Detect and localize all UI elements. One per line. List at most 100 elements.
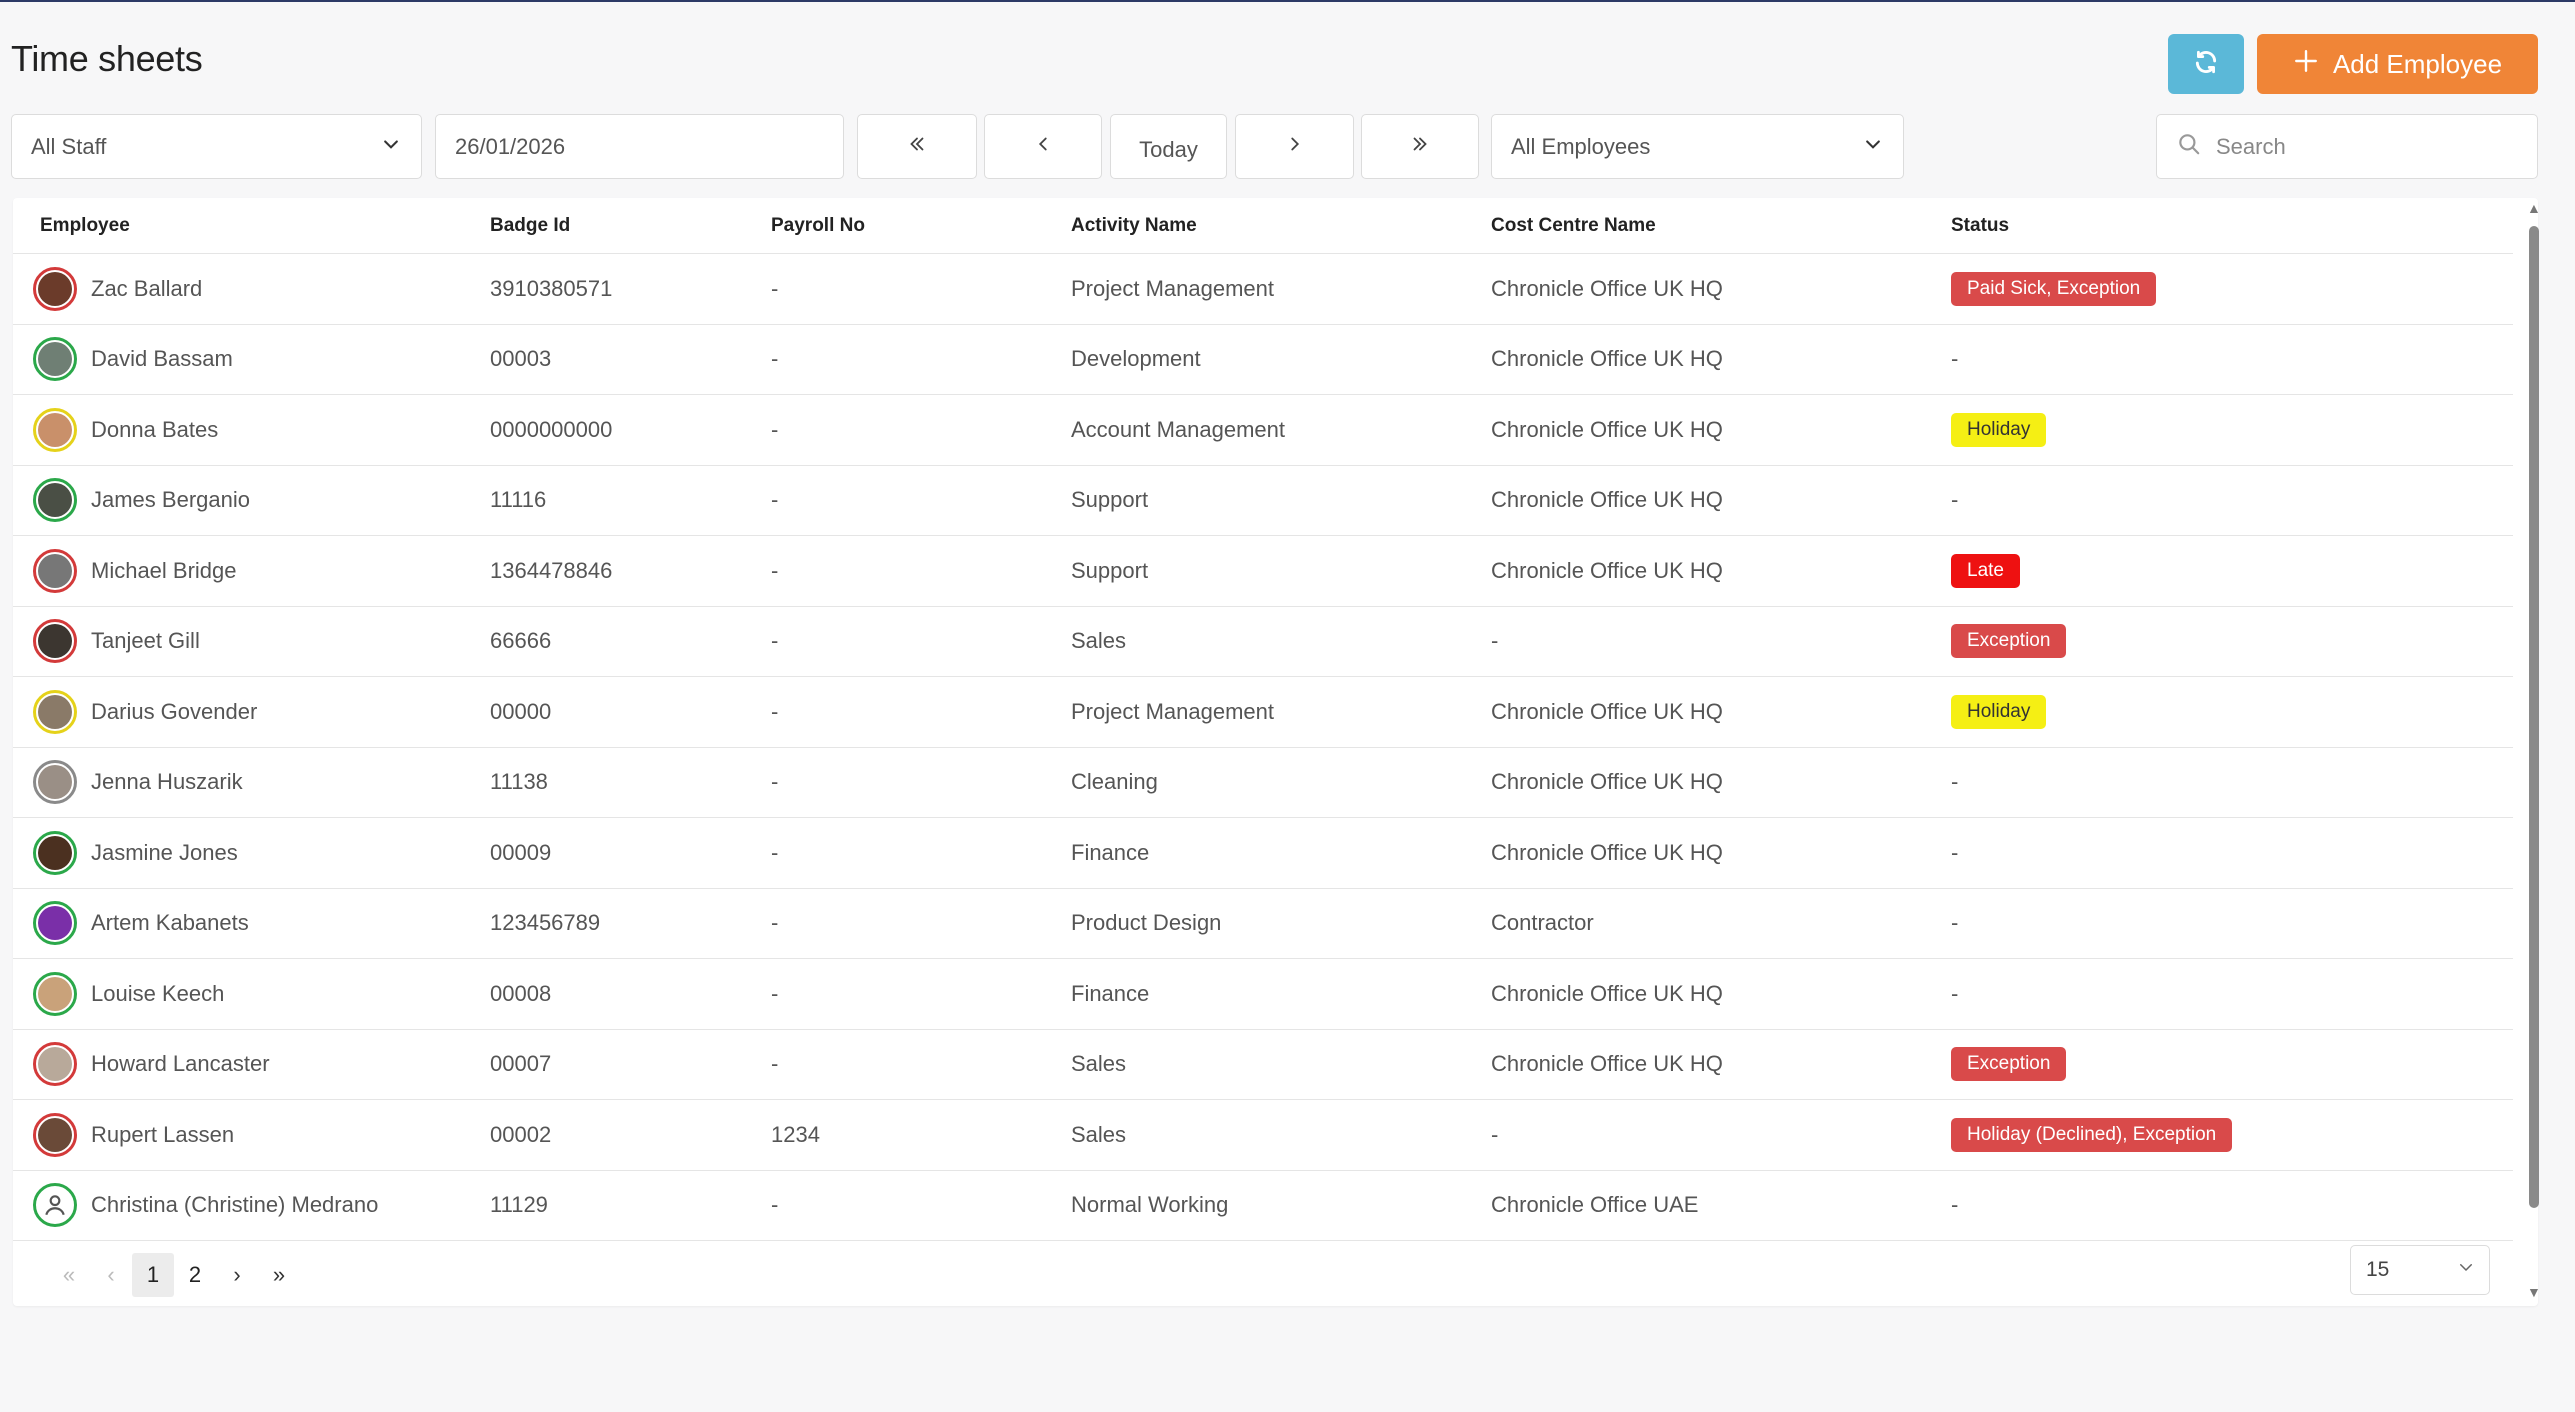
double-chevron-left-icon [906, 133, 928, 161]
cost-centre-cell: Chronicle Office UK HQ [1491, 958, 1951, 1030]
avatar [33, 760, 77, 805]
header-cost-centre-name[interactable]: Cost Centre Name [1491, 198, 1951, 254]
activity-name-cell: Project Management [1071, 676, 1491, 748]
employee-name[interactable]: Rupert Lassen [91, 1122, 234, 1148]
activity-name-cell: Product Design [1071, 888, 1491, 959]
table-row[interactable]: Donna Bates 0000000000- Account Management… [13, 394, 2513, 466]
employee-name[interactable]: Artem Kabanets [91, 910, 249, 936]
payroll-no-cell: - [771, 817, 1071, 889]
employee-cell[interactable]: Rupert Lassen [13, 1099, 490, 1171]
table-row[interactable]: Louise Keech 00008- Finance Chronicle Offic… [13, 958, 2513, 1030]
employee-name[interactable]: Zac Ballard [91, 276, 202, 302]
activity-name-cell: Sales [1071, 1099, 1491, 1171]
chevron-left-icon [1032, 133, 1054, 161]
employee-name[interactable]: Louise Keech [91, 981, 224, 1007]
payroll-no-cell: - [771, 747, 1071, 818]
employee-cell[interactable]: David Bassam [13, 324, 490, 395]
avatar [33, 478, 77, 523]
header-employee[interactable]: Employee [13, 198, 490, 254]
scroll-up-arrow[interactable]: ▲ [2527, 200, 2541, 216]
badge-id-cell: 00003 [490, 324, 771, 395]
employee-cell[interactable]: Jasmine Jones [13, 817, 490, 889]
header-activity-name[interactable]: Activity Name [1071, 198, 1491, 254]
table-row[interactable]: Tanjeet Gill 66666- Sales - Exception [13, 606, 2513, 677]
add-employee-button[interactable]: Add Employee [2257, 34, 2538, 94]
scroll-down-arrow[interactable]: ▼ [2527, 1284, 2541, 1300]
table-row[interactable]: Jenna Huszarik 11138- Cleaning Chronicle Of… [13, 747, 2513, 818]
badge-id-cell: 00007 [490, 1029, 771, 1100]
employee-cell[interactable]: Tanjeet Gill [13, 606, 490, 677]
first-page-button[interactable]: « [48, 1253, 90, 1297]
table-row[interactable]: Jasmine Jones 00009- Finance Chronicle Offi… [13, 817, 2513, 889]
payroll-no-cell: - [771, 394, 1071, 466]
refresh-button[interactable] [2168, 34, 2244, 94]
page-2-button[interactable]: 2 [174, 1253, 216, 1297]
next-page-button[interactable]: › [216, 1253, 258, 1297]
status-badge: Holiday [1951, 694, 2047, 729]
jump-forward-button[interactable] [1361, 114, 1479, 179]
table-row[interactable]: Howard Lancaster 00007- Sales Chronicle Off… [13, 1029, 2513, 1100]
badge-id-cell: 66666 [490, 606, 771, 677]
employee-cell[interactable]: Darius Govender [13, 676, 490, 748]
timesheet-table-card: Employee Badge Id Payroll No Activity Na… [13, 198, 2541, 1306]
table-row[interactable]: Rupert Lassen 00002 1234 Sales - Holiday (Dec… [13, 1099, 2513, 1171]
employee-cell[interactable]: Louise Keech [13, 958, 490, 1030]
employee-cell[interactable]: Donna Bates [13, 394, 490, 466]
status-text: - [1951, 487, 1959, 513]
employee-name[interactable]: James Berganio [91, 487, 250, 513]
badge-id-cell: 00008 [490, 958, 771, 1030]
next-day-button[interactable] [1235, 114, 1354, 179]
header-badge-id[interactable]: Badge Id [490, 198, 771, 254]
payroll-no-cell: - [771, 253, 1071, 325]
employee-cell[interactable]: Howard Lancaster [13, 1029, 490, 1100]
avatar [33, 1183, 77, 1228]
activity-name-cell: Finance [1071, 817, 1491, 889]
status-badge: Holiday (Declined), Exception [1951, 1117, 2233, 1152]
employee-name[interactable]: Howard Lancaster [91, 1051, 270, 1077]
last-page-button[interactable]: » [258, 1253, 300, 1297]
employee-name[interactable]: Darius Govender [91, 699, 257, 725]
badge-id-cell: 00009 [490, 817, 771, 889]
employee-cell[interactable]: James Berganio [13, 465, 490, 536]
previous-page-button[interactable]: ‹ [90, 1253, 132, 1297]
table-row[interactable]: Zac Ballard 3910380571- Project Management… [13, 253, 2513, 325]
employee-cell[interactable]: Artem Kabanets [13, 888, 490, 959]
staff-select[interactable]: All Staff [11, 114, 422, 179]
previous-day-button[interactable] [984, 114, 1102, 179]
status-text: - [1951, 980, 1959, 1006]
today-button[interactable]: Today [1110, 114, 1227, 179]
header-status[interactable]: Status [1951, 198, 2513, 254]
employees-select[interactable]: All Employees [1491, 114, 1904, 179]
status-cell: Holiday [1951, 676, 2513, 748]
employee-name[interactable]: Donna Bates [91, 417, 218, 443]
employee-name[interactable]: Jasmine Jones [91, 840, 238, 866]
jump-back-button[interactable] [857, 114, 977, 179]
badge-id-cell: 11129 [490, 1170, 771, 1241]
header-payroll-no[interactable]: Payroll No [771, 198, 1071, 254]
page-1-button[interactable]: 1 [132, 1253, 174, 1297]
table-row[interactable]: James Berganio 11116- Support Chronicle Off… [13, 465, 2513, 536]
badge-id-cell: 3910380571 [490, 253, 771, 325]
cost-centre-cell: Chronicle Office UK HQ [1491, 324, 1951, 395]
table-row[interactable]: David Bassam 00003- Development Chronicle O… [13, 324, 2513, 395]
search-input[interactable]: Search [2156, 114, 2538, 179]
date-input[interactable]: 26/01/2026 [435, 114, 844, 179]
employee-cell[interactable]: Jenna Huszarik [13, 747, 490, 818]
employee-name[interactable]: David Bassam [91, 346, 233, 372]
page-size-select[interactable]: 15 [2350, 1245, 2490, 1295]
employee-name[interactable]: Michael Bridge [91, 558, 237, 584]
table-row[interactable]: Artem Kabanets 123456789- Product Design Co… [13, 888, 2513, 959]
employee-name[interactable]: Tanjeet Gill [91, 628, 200, 654]
table-row[interactable]: Michael Bridge 1364478846- Support Chronicl… [13, 535, 2513, 607]
table-row[interactable]: Christina (Christine) Medrano 11129- Norma… [13, 1170, 2513, 1241]
employee-name[interactable]: Christina (Christine) Medrano [91, 1192, 378, 1218]
employee-cell[interactable]: Michael Bridge [13, 535, 490, 607]
search-placeholder: Search [2216, 133, 2286, 159]
badge-id-cell: 00002 [490, 1099, 771, 1171]
employee-name[interactable]: Jenna Huszarik [91, 769, 243, 795]
avatar [33, 337, 77, 382]
table-row[interactable]: Darius Govender 00000- Project Management C… [13, 676, 2513, 748]
employee-cell[interactable]: Zac Ballard [13, 253, 490, 325]
employee-cell[interactable]: Christina (Christine) Medrano [13, 1170, 490, 1241]
scrollbar-thumb[interactable] [2529, 226, 2539, 1208]
